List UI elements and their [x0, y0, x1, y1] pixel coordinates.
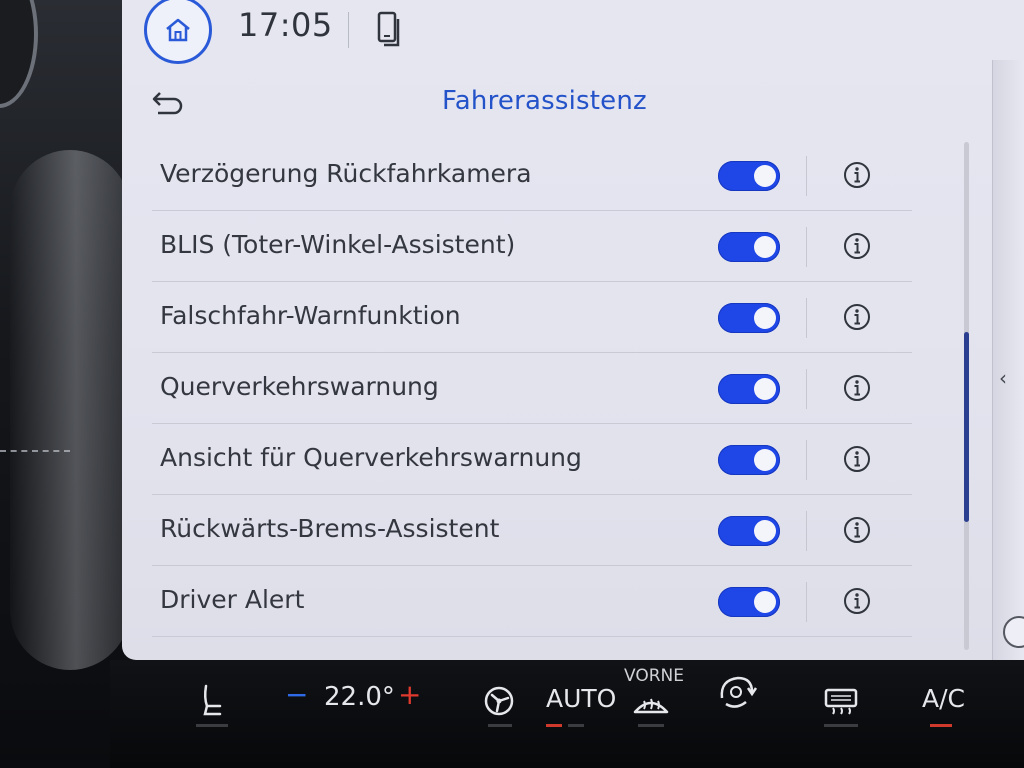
info-button[interactable] — [842, 160, 872, 190]
info-button[interactable] — [842, 302, 872, 332]
side-panel[interactable]: ‹ — [992, 60, 1024, 660]
info-button[interactable] — [842, 373, 872, 403]
car-display: 17:05 Fahrerassistenz Verzögerung Rückfa… — [0, 0, 1024, 768]
back-button[interactable] — [150, 90, 190, 118]
temp-down-button[interactable]: − — [285, 678, 308, 711]
row-divider — [806, 511, 807, 551]
front-defrost-button[interactable] — [632, 690, 670, 718]
setting-label: Rückwärts-Brems-Assistent — [160, 514, 500, 543]
recirculation-button[interactable] — [716, 670, 758, 714]
home-icon — [166, 18, 190, 42]
info-icon — [844, 588, 870, 614]
seat-heating-icon — [203, 684, 222, 716]
front-defrost-indicator — [638, 724, 664, 727]
front-defrost-icon — [633, 698, 669, 714]
temperature-readout: 22.0° — [324, 682, 395, 712]
toggle-knob — [754, 449, 776, 471]
toggle-switch[interactable] — [718, 374, 780, 404]
toggle-knob — [754, 165, 776, 187]
info-icon — [844, 517, 870, 543]
row-divider — [806, 227, 807, 267]
panel-badge-icon — [1003, 616, 1024, 648]
toggle-knob — [754, 520, 776, 542]
setting-row-blis: BLIS (Toter-Winkel-Assistent) — [152, 211, 912, 282]
rear-defrost-indicator — [824, 724, 858, 727]
interior-trim — [10, 150, 130, 670]
seat-stitching — [0, 450, 70, 454]
phone-button[interactable] — [376, 10, 404, 54]
row-divider — [806, 582, 807, 622]
setting-label: Querverkehrswarnung — [160, 372, 439, 401]
setting-label: Falschfahr-Warnfunktion — [160, 301, 461, 330]
scrollbar[interactable] — [964, 142, 969, 650]
clock: 17:05 — [238, 6, 333, 44]
toggle-switch[interactable] — [718, 587, 780, 617]
phone-icon — [377, 11, 400, 47]
gauge-dial — [0, 0, 38, 108]
info-button[interactable] — [842, 586, 872, 616]
setting-row-falschfahr: Falschfahr-Warnfunktion — [152, 282, 912, 353]
info-icon — [844, 233, 870, 259]
seat-indicator — [196, 724, 228, 727]
rear-defrost-icon — [824, 688, 858, 715]
dashboard-left-trim — [0, 0, 140, 768]
row-divider — [806, 298, 807, 338]
setting-row-querverkehr: Querverkehrswarnung — [152, 353, 912, 424]
setting-row-driver-alert: Driver Alert — [152, 566, 912, 637]
scrollbar-thumb[interactable] — [964, 332, 969, 522]
row-divider — [806, 156, 807, 196]
fan-icon — [484, 686, 514, 716]
rear-defrost-button[interactable] — [822, 686, 860, 716]
settings-list: Verzögerung Rückfahrkamera BLIS (Toter-W… — [152, 140, 912, 637]
toggle-switch[interactable] — [718, 161, 780, 191]
setting-label: Ansicht für Querverkehrswarnung — [160, 443, 582, 472]
toggle-switch[interactable] — [718, 445, 780, 475]
info-button[interactable] — [842, 515, 872, 545]
fan-indicator — [488, 724, 512, 727]
page-title: Fahrerassistenz — [442, 86, 647, 116]
setting-row-brems-assistent: Rückwärts-Brems-Assistent — [152, 495, 912, 566]
setting-row-querverkehr-ansicht: Ansicht für Querverkehrswarnung — [152, 424, 912, 495]
toggle-knob — [754, 307, 776, 329]
ac-button[interactable]: A/C — [922, 684, 965, 713]
recirculation-icon — [720, 676, 758, 708]
climate-control-bar: − 22.0° + AUTO VORNE A/C — [110, 660, 1024, 768]
back-icon — [152, 92, 183, 115]
status-divider — [348, 12, 349, 48]
status-bar: 17:05 — [122, 0, 1024, 70]
setting-label: Verzögerung Rückfahrkamera — [160, 159, 532, 188]
temp-up-button[interactable]: + — [398, 678, 421, 711]
row-divider — [806, 369, 807, 409]
fan-button[interactable] — [482, 684, 518, 720]
toggle-switch[interactable] — [718, 232, 780, 262]
info-button[interactable] — [842, 231, 872, 261]
toggle-knob — [754, 591, 776, 613]
row-divider — [806, 440, 807, 480]
auto-indicator — [546, 724, 562, 727]
toggle-knob — [754, 236, 776, 258]
info-icon — [844, 375, 870, 401]
ac-indicator — [930, 724, 952, 727]
home-button[interactable] — [144, 0, 212, 64]
front-defrost-label: VORNE — [624, 666, 684, 686]
info-icon — [844, 162, 870, 188]
toggle-switch[interactable] — [718, 516, 780, 546]
info-button[interactable] — [842, 444, 872, 474]
auto-button[interactable]: AUTO — [546, 684, 616, 713]
info-icon — [844, 446, 870, 472]
setting-row-rueckfahrkamera: Verzögerung Rückfahrkamera — [152, 140, 912, 211]
setting-label: Driver Alert — [160, 585, 305, 614]
toggle-knob — [754, 378, 776, 400]
toggle-switch[interactable] — [718, 303, 780, 333]
infotainment-screen: 17:05 Fahrerassistenz Verzögerung Rückfa… — [122, 0, 1024, 660]
seat-heating-button[interactable] — [198, 682, 226, 718]
chevron-left-icon[interactable]: ‹ — [999, 366, 1007, 390]
info-icon — [844, 304, 870, 330]
setting-label: BLIS (Toter-Winkel-Assistent) — [160, 230, 516, 259]
auto-indicator-2 — [568, 724, 584, 727]
